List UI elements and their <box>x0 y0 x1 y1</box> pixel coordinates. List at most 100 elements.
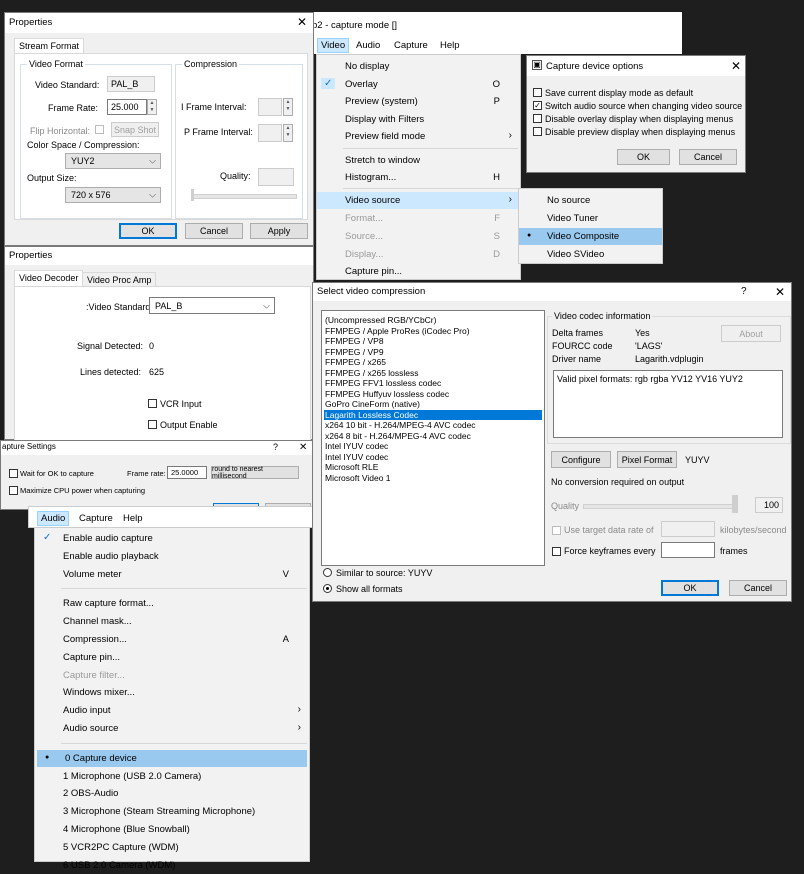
audio-menu-item[interactable]: 2 OBS-Audio <box>35 785 309 803</box>
audio-menu-item[interactable]: ● 0 Capture device <box>37 749 307 768</box>
quality-slider-thumb[interactable] <box>191 189 194 201</box>
codec-list-item[interactable]: FFMPEG / VP9 <box>324 347 542 358</box>
cdo-option-checkbox[interactable] <box>533 88 542 97</box>
audio-menu-item[interactable]: 1 Microphone (USB 2.0 Camera) <box>35 768 309 786</box>
round-millisecond-button[interactable]: round to nearest millisecond <box>211 466 299 480</box>
frame-rate-spinner[interactable]: ▲ ▼ <box>147 99 157 115</box>
maximize-cpu-checkbox[interactable] <box>9 486 18 495</box>
i-frame-spinner[interactable]: ▲ ▼ <box>283 98 293 116</box>
audio-menu-item[interactable]: Raw capture format... <box>35 595 309 613</box>
video-menu-item[interactable]: ✓ Overlay O <box>317 76 520 93</box>
video-menu-item[interactable]: Stretch to window <box>317 152 520 169</box>
audio-menu-item[interactable]: 6 USB 2.0 Camera (WDM) <box>35 857 309 874</box>
codec-list-item[interactable]: Intel IYUV codec <box>324 452 542 463</box>
cdo-option-checkbox[interactable]: ✓ <box>533 101 542 110</box>
menu-video[interactable]: Video <box>317 38 350 53</box>
decoder-video-standard-select[interactable]: PAL_B ⌵ <box>149 297 275 314</box>
codec-list-item[interactable]: Intel IYUV codec <box>324 441 542 452</box>
codec-list-item[interactable]: FFMPEG / x265 lossless <box>324 368 542 379</box>
audio-menu-item[interactable]: Capture pin... <box>35 649 309 667</box>
about-button[interactable]: About <box>721 325 781 342</box>
cdo-option-checkbox[interactable] <box>533 127 542 136</box>
configure-button[interactable]: Configure <box>551 451 611 468</box>
output-size-select[interactable]: 720 x 576 ⌵ <box>65 187 161 203</box>
cdo-cancel-button[interactable]: Cancel <box>679 149 737 165</box>
close-icon[interactable]: ✕ <box>297 16 307 28</box>
menu-help-2[interactable]: Help <box>123 513 143 524</box>
target-rate-input[interactable] <box>661 521 715 537</box>
video-menu-item[interactable]: Display with Filters <box>317 111 520 128</box>
flip-horizontal-checkbox[interactable] <box>95 125 104 134</box>
vc-cancel-button[interactable]: Cancel <box>729 580 787 596</box>
audio-menu-item[interactable]: Audio source › <box>35 720 309 738</box>
props1-apply-button[interactable]: Apply <box>250 223 308 239</box>
p-frame-input[interactable] <box>258 124 282 142</box>
video-menu-item[interactable]: Video source › <box>317 192 520 209</box>
props1-ok-button[interactable]: OK <box>119 223 177 239</box>
codec-listbox[interactable]: (Uncompressed RGB/YCbCr) FFMPEG / Apple P… <box>321 310 545 566</box>
tab-stream-format[interactable]: Stream Format <box>14 38 85 54</box>
help-icon[interactable]: ? <box>273 442 278 452</box>
video-menu-item[interactable]: Source... S <box>317 228 520 245</box>
codec-list-item[interactable]: x264 8 bit - H.264/MPEG-4 AVC codec <box>324 431 542 442</box>
codec-list-item[interactable]: (Uncompressed RGB/YCbCr) <box>324 315 542 326</box>
audio-menu-item[interactable]: 4 Microphone (Blue Snowball) <box>35 821 309 839</box>
close-icon[interactable]: ✕ <box>299 442 307 454</box>
audio-menu-item[interactable]: 5 VCR2PC Capture (WDM) <box>35 839 309 857</box>
i-frame-input[interactable] <box>258 98 282 116</box>
video-source-item[interactable]: Video SVideo <box>519 246 662 263</box>
similar-source-radio[interactable] <box>323 568 332 577</box>
codec-list-item[interactable]: Microsoft Video 1 <box>324 473 542 484</box>
snap-shot-button[interactable]: Snap Shot <box>111 122 159 137</box>
video-menu-item[interactable]: No display <box>317 58 520 75</box>
menu-audio-2[interactable]: Audio <box>37 511 70 526</box>
props1-cancel-button[interactable]: Cancel <box>185 223 243 239</box>
quality-slider-track[interactable] <box>191 194 297 199</box>
codec-list-item[interactable]: FFMPEG FFV1 lossless codec <box>324 378 542 389</box>
audio-menu-item[interactable]: Windows mixer... <box>35 684 309 702</box>
audio-menu-item[interactable]: 3 Microphone (Steam Streaming Microphone… <box>35 803 309 821</box>
codec-list-item[interactable]: Microsoft RLE <box>324 462 542 473</box>
audio-menu-item[interactable]: Audio input › <box>35 702 309 720</box>
keyframes-input[interactable] <box>661 542 715 558</box>
audio-menu-item[interactable]: Volume meter V <box>35 566 309 584</box>
show-all-formats-radio[interactable] <box>323 584 332 593</box>
codec-list-item[interactable]: FFMPEG / VP8 <box>324 336 542 347</box>
audio-menu-item[interactable]: Enable audio playback <box>35 548 309 566</box>
menu-capture-2[interactable]: Capture <box>79 513 113 524</box>
vcr-input-checkbox[interactable] <box>148 399 157 408</box>
help-icon[interactable]: ? <box>741 286 747 297</box>
codec-list-item[interactable]: GoPro CineForm (native) <box>324 399 542 410</box>
audio-menu-item[interactable]: Channel mask... <box>35 613 309 631</box>
color-space-select[interactable]: YUY2 ⌵ <box>65 153 161 169</box>
codec-list-item[interactable]: FFMPEG Huffyuv lossless codec <box>324 389 542 400</box>
p-frame-spinner[interactable]: ▲ ▼ <box>283 124 293 142</box>
cs-frame-rate-input[interactable]: 25.0000 <box>167 466 207 479</box>
audio-menu-item[interactable]: Capture filter... <box>35 667 309 685</box>
frame-rate-input[interactable]: 25.000 <box>107 99 147 115</box>
video-menu-item[interactable]: Histogram... H <box>317 169 520 186</box>
video-source-item[interactable]: ● Video Composite <box>519 228 662 245</box>
video-menu-item[interactable]: Capture pin... <box>317 263 520 280</box>
output-enable-checkbox[interactable] <box>148 420 157 429</box>
menu-audio[interactable]: Audio <box>356 40 380 51</box>
video-menu-item[interactable]: Preview (system) P <box>317 93 520 110</box>
quality-input[interactable] <box>258 168 294 186</box>
codec-list-item[interactable]: FFMPEG / x265 <box>324 357 542 368</box>
close-icon[interactable]: ✕ <box>731 60 741 72</box>
vc-ok-button[interactable]: OK <box>661 580 719 596</box>
codec-list-item[interactable]: x264 10 bit - H.264/MPEG-4 AVC codec <box>324 420 542 431</box>
video-source-item[interactable]: Video Tuner <box>519 210 662 227</box>
target-rate-checkbox[interactable] <box>552 526 561 535</box>
menu-capture[interactable]: Capture <box>394 40 428 51</box>
video-menu-item[interactable]: Format... F <box>317 210 520 227</box>
pixel-format-button[interactable]: Pixel Format <box>617 451 677 468</box>
tab-video-decoder[interactable]: Video Decoder <box>14 270 84 287</box>
menu-help[interactable]: Help <box>440 40 460 51</box>
cdo-ok-button[interactable]: OK <box>617 149 670 165</box>
tab-video-proc-amp[interactable]: Video Proc Amp <box>82 272 157 287</box>
vc-quality-track[interactable] <box>583 504 737 509</box>
video-menu-item[interactable]: Display... D <box>317 246 520 263</box>
vc-quality-thumb[interactable] <box>732 495 738 513</box>
close-icon[interactable]: ✕ <box>775 286 785 298</box>
